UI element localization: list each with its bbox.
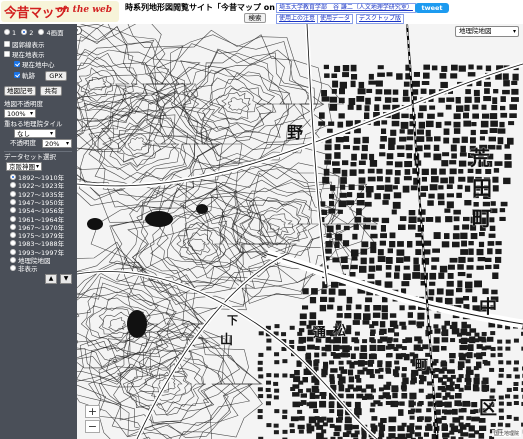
map-label: 下	[227, 314, 238, 327]
overlay-select[interactable]: なし	[14, 129, 56, 138]
period-radio[interactable]	[10, 215, 16, 222]
boundary-toggle[interactable]: 図郭線表示	[4, 41, 45, 50]
period-radio[interactable]	[10, 257, 16, 263]
track-checkbox[interactable]	[14, 72, 20, 78]
map-attribution: 国土地理院	[491, 430, 521, 437]
period-label: 1993〜1997年	[18, 248, 65, 257]
period-label: 1927〜1935年	[18, 190, 65, 199]
credit-link[interactable]: 埼玉大学教育学部 谷 謙二（人文地理学研究室）	[276, 3, 416, 13]
map-label: 荒	[470, 146, 490, 170]
period-label: 1967〜1970年	[18, 223, 65, 232]
screen-4-radio[interactable]	[38, 29, 45, 35]
screen-2-label: 2	[29, 29, 34, 37]
period-label: 1922〜1923年	[18, 182, 65, 191]
screen-2-radio[interactable]	[21, 29, 28, 35]
current-position-label: 現在地表示	[12, 51, 45, 59]
period-label: 1954〜1956年	[18, 207, 65, 216]
current-position-toggle[interactable]: 現在地表示	[4, 51, 45, 60]
map-symbols-button[interactable]: 地図記号	[4, 86, 36, 96]
map-label: 松	[333, 324, 347, 339]
period-label: 1961〜1964年	[18, 215, 65, 224]
period-label: 地理院地図	[18, 257, 51, 265]
dataset-label: データセット選択	[4, 153, 56, 161]
map-label: 野	[287, 123, 304, 142]
historical-map-image[interactable]	[77, 24, 523, 439]
period-radio[interactable]	[10, 223, 16, 230]
zoom-in-button[interactable]: +	[85, 405, 100, 418]
screen-1-radio[interactable]	[4, 29, 10, 35]
header-bar: 今昔マップ on the web 時系列地形図閲覧サイト「今昔マップ on th…	[0, 0, 523, 24]
overlay-opacity-label: 不透明度	[10, 139, 36, 147]
center-label: 現在地中心	[22, 61, 55, 69]
period-label: 1947〜1950年	[18, 198, 65, 207]
site-logo[interactable]: 今昔マップ on the web	[1, 1, 119, 22]
period-radio[interactable]	[10, 174, 16, 180]
map-viewport[interactable]: ‹ 地理院地図 荒 田 町 中 野 山 区 通 松 下 町 + − 国土地理院	[77, 24, 523, 439]
period-radio[interactable]	[10, 232, 16, 239]
map-label: 町	[472, 206, 492, 230]
period-radio[interactable]	[10, 207, 16, 214]
period-down-button[interactable]: ▼	[60, 274, 72, 284]
zoom-out-button[interactable]: −	[85, 420, 100, 433]
usage-notes-link[interactable]: 使用上の注意	[276, 14, 319, 24]
map-label: 町	[415, 358, 429, 373]
period-up-button[interactable]: ▲	[45, 274, 57, 284]
period-radio[interactable]	[10, 248, 16, 255]
period-label: 1892〜1910年	[18, 174, 65, 182]
period-radio[interactable]	[10, 182, 16, 189]
tweet-button[interactable]: tweet	[415, 3, 449, 13]
boundary-checkbox[interactable]	[4, 41, 10, 47]
overlay-opacity-select[interactable]: 20%	[42, 139, 72, 148]
map-label: 山	[220, 333, 234, 348]
period-label: 1983〜1988年	[18, 240, 65, 249]
screen-1-label: 1	[12, 29, 17, 37]
map-opacity-select[interactable]: 100%	[4, 109, 36, 118]
map-label: 田	[472, 176, 492, 200]
center-checkbox[interactable]	[14, 61, 20, 67]
share-button[interactable]: 共有	[40, 86, 62, 96]
current-position-checkbox[interactable]	[4, 51, 10, 57]
search-button[interactable]: 検索	[244, 13, 266, 23]
dataset-select[interactable]: 京阪神圏	[6, 162, 42, 171]
period-option[interactable]: 非表示	[10, 265, 38, 274]
data-used-link[interactable]: 使用データ	[317, 14, 354, 24]
period-radio[interactable]	[10, 240, 16, 247]
map-opacity-label: 地図不透明度	[4, 100, 43, 108]
screen-4-label: 4画面	[46, 29, 64, 37]
period-radio[interactable]	[10, 198, 16, 205]
screen-count-group: 1 2 4画面	[4, 29, 64, 38]
overlay-label: 重ねる地理院タイル	[4, 120, 63, 128]
boundary-label: 図郭線表示	[12, 41, 45, 49]
map-label: 区	[479, 398, 497, 419]
sidebar-divider	[4, 151, 72, 152]
period-radio[interactable]	[10, 265, 16, 272]
track-label: 軌跡	[22, 72, 35, 80]
basemap-select[interactable]: 地理院地図	[455, 26, 519, 37]
map-label: 通	[313, 326, 327, 341]
track-toggle[interactable]: 軌跡	[14, 72, 35, 81]
logo-subtext: on the web	[57, 5, 113, 15]
period-label: 非表示	[18, 265, 38, 274]
period-radio[interactable]	[10, 190, 16, 197]
gpx-button[interactable]: GPX	[45, 71, 67, 81]
map-label: 中	[479, 297, 497, 318]
desktop-version-link[interactable]: デスクトップ版	[356, 14, 405, 24]
center-toggle[interactable]: 現在地中心	[14, 61, 55, 70]
period-label: 1975〜1979年	[18, 232, 65, 241]
sidebar: 1 2 4画面 図郭線表示 現在地表示 現在地中心 軌跡 GPX 地図記号 共有…	[0, 24, 77, 439]
